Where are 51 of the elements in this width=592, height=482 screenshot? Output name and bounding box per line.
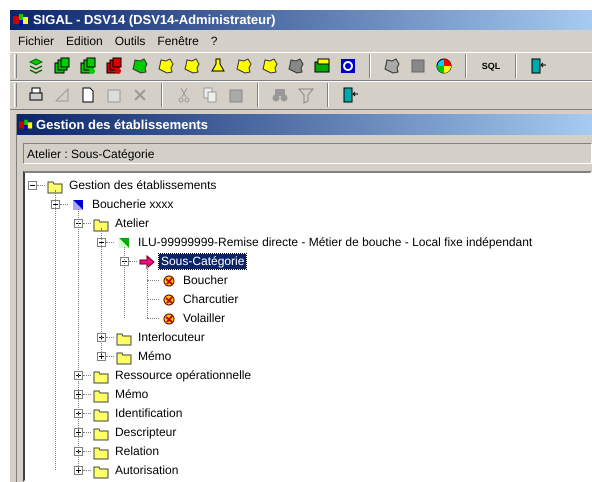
- tree-item[interactable]: Ressource opérationnelle: [113, 368, 254, 383]
- collapse-icon[interactable]: [120, 257, 129, 266]
- tree-item[interactable]: ILU-99999999-Remise directe - Métier de bouche - Local fixe indépendant: [136, 235, 534, 250]
- pages-icon[interactable]: [53, 57, 71, 76]
- collapse-icon[interactable]: [97, 238, 106, 247]
- window-title: SIGAL - DSV14 (DSV14-Administrateur): [33, 11, 276, 30]
- tree-item[interactable]: Identification: [113, 406, 184, 421]
- exit-icon[interactable]: [341, 86, 359, 104]
- tree-item[interactable]: Mémo: [113, 387, 150, 402]
- stack-icon[interactable]: [27, 57, 45, 76]
- pie-chart-icon[interactable]: [435, 57, 453, 76]
- expand-icon[interactable]: [74, 409, 83, 418]
- window-logo-icon: [19, 118, 33, 130]
- tree-item[interactable]: Mémo: [136, 349, 174, 364]
- tree-item[interactable]: Boucher: [181, 273, 230, 288]
- tree-item[interactable]: Descripteur: [113, 425, 178, 440]
- tree-item[interactable]: Gestion des établissements: [67, 178, 218, 193]
- menu-item[interactable]: Fichier: [12, 32, 60, 50]
- ball-icon: [161, 292, 177, 308]
- tree-item[interactable]: Sous-Catégorie: [159, 254, 246, 269]
- sql-button[interactable]: SQL: [475, 54, 507, 78]
- path-field[interactable]: Atelier : Sous-Catégorie: [23, 143, 592, 164]
- collapse-icon[interactable]: [51, 200, 60, 209]
- expand-icon[interactable]: [97, 333, 106, 342]
- menu-item[interactable]: Outils: [108, 32, 152, 50]
- expand-icon[interactable]: [74, 371, 83, 380]
- tree-item[interactable]: Autorisation: [113, 463, 180, 478]
- grid-icon[interactable]: [313, 57, 331, 76]
- menu-item[interactable]: ?: [204, 32, 224, 50]
- child-window-title: Gestion des établissements: [36, 116, 208, 134]
- collapse-icon[interactable]: [74, 219, 83, 228]
- menu-item[interactable]: Fenêtre: [151, 32, 205, 50]
- tree-item[interactable]: Charcutier: [181, 292, 240, 307]
- app-logo-icon: [13, 14, 29, 26]
- expand-icon[interactable]: [74, 428, 83, 437]
- menu-item[interactable]: Edition: [60, 32, 109, 50]
- tree-item[interactable]: Atelier: [113, 216, 152, 231]
- expand-icon[interactable]: [74, 390, 83, 399]
- tree-item[interactable]: Interlocuteur: [136, 330, 207, 345]
- tree-item[interactable]: Boucherie xxxx: [90, 197, 176, 212]
- expand-icon[interactable]: [74, 447, 83, 456]
- tree-item[interactable]: Volailler: [181, 311, 228, 326]
- tree-item[interactable]: Relation: [113, 444, 162, 459]
- ball-icon: [161, 310, 177, 326]
- square-icon[interactable]: [409, 57, 427, 76]
- ball-icon: [161, 272, 177, 288]
- collapse-icon[interactable]: [28, 181, 37, 190]
- expand-icon[interactable]: [74, 466, 83, 475]
- arrow-icon: [139, 254, 155, 270]
- exit-icon[interactable]: [529, 57, 547, 76]
- expand-icon[interactable]: [97, 352, 106, 361]
